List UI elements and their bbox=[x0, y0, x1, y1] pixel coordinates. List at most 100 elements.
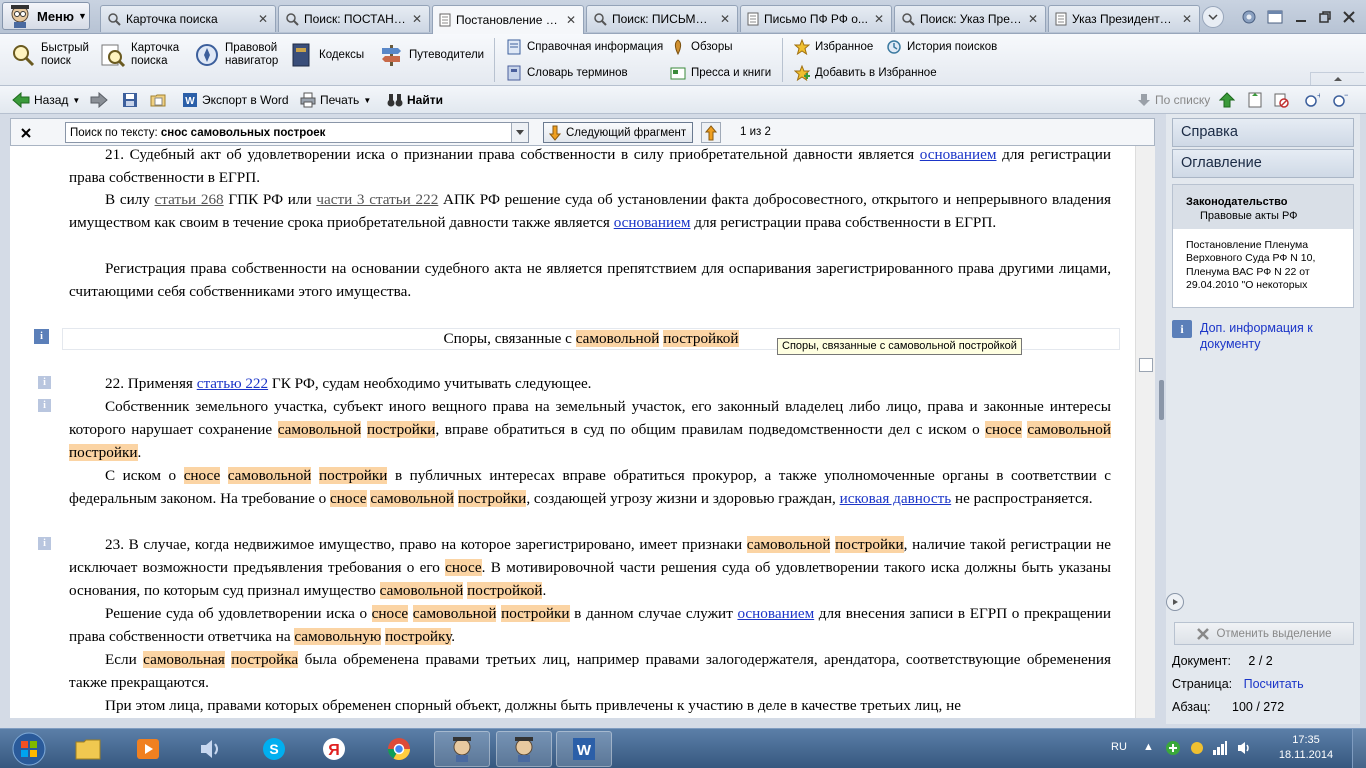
taskbar-skype[interactable]: S bbox=[246, 731, 302, 767]
tab-ukaz-president[interactable]: Указ Президента ... ✕ bbox=[1048, 5, 1200, 32]
clock[interactable]: 17:35 18.11.2014 bbox=[1274, 733, 1338, 763]
taskbar-explorer[interactable] bbox=[60, 731, 116, 767]
restore-icon[interactable] bbox=[1314, 6, 1336, 28]
tab-search-postanov[interactable]: Поиск: ПОСТАНО... ✕ bbox=[278, 5, 430, 32]
info-icon[interactable]: i bbox=[34, 329, 49, 344]
close-icon[interactable]: ✕ bbox=[411, 12, 423, 26]
reviews-button[interactable]: Обзоры bbox=[670, 39, 732, 55]
link-statyu-222[interactable]: статью 222 bbox=[197, 375, 268, 392]
tab-list-dropdown-icon[interactable] bbox=[1202, 6, 1224, 28]
window-icon[interactable] bbox=[1264, 6, 1286, 28]
dropdown-arrow-icon[interactable] bbox=[511, 123, 528, 142]
previous-fragment-button[interactable] bbox=[701, 122, 721, 143]
zoom-in-button[interactable]: + bbox=[1304, 90, 1320, 110]
reference-info-button[interactable]: Справочная информация bbox=[506, 39, 663, 55]
minimize-icon[interactable] bbox=[1290, 6, 1312, 28]
link-chast-3-statya-222[interactable]: части 3 статьи 222 bbox=[316, 191, 438, 208]
close-icon[interactable]: ✕ bbox=[1027, 12, 1039, 26]
tray-app-icon[interactable] bbox=[1189, 740, 1205, 756]
quick-search-button[interactable]: Быстрый поиск bbox=[10, 42, 89, 68]
taskbar-consultant-2[interactable] bbox=[496, 731, 552, 767]
legal-navigator-button[interactable]: Правовой навигатор bbox=[194, 42, 278, 68]
zoom-out-button[interactable]: − bbox=[1332, 90, 1348, 110]
settings-icon[interactable] bbox=[1238, 6, 1260, 28]
find-button[interactable]: Найти bbox=[387, 90, 443, 110]
forward-button[interactable] bbox=[90, 90, 108, 110]
tab-search-card[interactable]: Карточка поиска ✕ bbox=[100, 5, 276, 32]
print-button[interactable]: Печать ▼ bbox=[300, 90, 371, 110]
close-icon[interactable]: ✕ bbox=[565, 13, 577, 27]
panel-splitter-handle[interactable] bbox=[1159, 380, 1164, 420]
paragraph: Если самовольная постройка была обремене… bbox=[69, 648, 1111, 694]
document-text-area[interactable]: 21. Судебный акт об удовлетворении иска … bbox=[10, 146, 1135, 718]
close-search-icon[interactable] bbox=[19, 126, 33, 140]
back-button[interactable]: Назад ▼ bbox=[12, 90, 80, 110]
tab-postanovlenie[interactable]: Постановление П... ✕ bbox=[432, 5, 584, 34]
network-add-icon[interactable] bbox=[1165, 740, 1181, 756]
press-books-button[interactable]: Пресса и книги bbox=[670, 65, 771, 81]
print-label: Печать bbox=[320, 93, 360, 107]
paragraph: Регистрация права собственности на основ… bbox=[69, 260, 1111, 300]
extra-info-link[interactable]: i Доп. информация к документу bbox=[1172, 320, 1354, 352]
clear-marks-button[interactable] bbox=[1273, 90, 1289, 110]
taskbar-word[interactable]: W bbox=[556, 731, 612, 767]
close-icon[interactable]: ✕ bbox=[1181, 12, 1193, 26]
go-up-button[interactable] bbox=[1219, 90, 1235, 110]
bookmark-button[interactable] bbox=[1247, 90, 1263, 110]
paragraph-counter: Абзац: 100 / 272 bbox=[1172, 700, 1284, 714]
link-osnovaniem[interactable]: основанием bbox=[920, 146, 997, 163]
close-icon[interactable]: ✕ bbox=[873, 12, 885, 26]
tab-search-ukaz[interactable]: Поиск: Указ През... ✕ bbox=[894, 5, 1046, 32]
network-icon[interactable] bbox=[1212, 740, 1228, 756]
taskbar-yandex-browser[interactable]: Я bbox=[306, 731, 362, 767]
taskbar-media-player[interactable] bbox=[120, 731, 176, 767]
glossary-button[interactable]: Словарь терминов bbox=[506, 65, 628, 81]
favorites-button[interactable]: Избранное bbox=[794, 39, 873, 55]
help-tab[interactable]: Справка bbox=[1172, 118, 1354, 147]
link-statya-268[interactable]: статьи 268 bbox=[155, 191, 224, 208]
word-icon: W bbox=[571, 736, 597, 762]
tab-bar: Меню ▼ Карточка поиска ✕ Поиск: ПОСТАНО.… bbox=[0, 0, 1366, 34]
volume-icon[interactable] bbox=[1236, 740, 1252, 756]
taskbar-consultant[interactable] bbox=[434, 731, 490, 767]
calculate-page-link[interactable]: Посчитать bbox=[1244, 677, 1304, 691]
export-word-button[interactable]: W Экспорт в Word bbox=[182, 90, 289, 110]
document-scrollbar[interactable] bbox=[1135, 146, 1155, 718]
next-fragment-button[interactable]: Следующий фрагмент bbox=[543, 122, 693, 143]
unselect-button[interactable]: Отменить выделение bbox=[1174, 622, 1354, 645]
taskbar-chrome[interactable] bbox=[371, 731, 427, 767]
info-icon[interactable]: i bbox=[38, 537, 51, 550]
text: 23. В случае, когда недвижимое имущество… bbox=[105, 536, 747, 553]
add-favorites-button[interactable]: Добавить в Избранное bbox=[794, 65, 937, 81]
expand-panel-button[interactable] bbox=[1166, 593, 1184, 611]
start-button[interactable] bbox=[4, 729, 54, 768]
codes-button[interactable]: Кодексы bbox=[288, 42, 364, 68]
toc-tab[interactable]: Оглавление bbox=[1172, 149, 1354, 178]
folder-button[interactable] bbox=[150, 90, 166, 110]
language-indicator[interactable]: RU bbox=[1111, 741, 1127, 753]
menu-label: Меню bbox=[37, 8, 75, 24]
close-window-icon[interactable] bbox=[1338, 6, 1360, 28]
link-osnovaniem[interactable]: основанием bbox=[614, 214, 691, 231]
by-list-button[interactable]: По списку bbox=[1137, 90, 1210, 110]
guides-button[interactable]: Путеводители bbox=[378, 42, 484, 68]
search-highlight: постройки bbox=[501, 605, 570, 622]
link-iskovaya-davnost[interactable]: исковая давность bbox=[840, 490, 952, 507]
info-icon[interactable]: i bbox=[38, 399, 51, 412]
search-card-button[interactable]: Карточка поиска bbox=[100, 42, 179, 68]
search-history-button[interactable]: История поисков bbox=[886, 39, 997, 55]
close-icon[interactable]: ✕ bbox=[719, 12, 731, 26]
tray-expand-icon[interactable]: ▲ bbox=[1143, 741, 1154, 753]
search-query-field[interactable]: Поиск по тексту: снос самовольных постро… bbox=[65, 122, 529, 143]
scrollbar-thumb[interactable] bbox=[1139, 358, 1153, 372]
collapse-toolbar-button[interactable] bbox=[1310, 72, 1364, 85]
tab-pismo-pf[interactable]: Письмо ПФ РФ о... ✕ bbox=[740, 5, 892, 32]
info-icon[interactable]: i bbox=[38, 376, 51, 389]
link-osnovaniem[interactable]: основанием bbox=[737, 605, 814, 622]
save-button[interactable] bbox=[122, 90, 138, 110]
tab-search-pismo[interactable]: Поиск: ПИСЬМО, ... ✕ bbox=[586, 5, 738, 32]
menu-button[interactable]: Меню ▼ bbox=[2, 2, 90, 30]
close-icon[interactable]: ✕ bbox=[257, 12, 269, 26]
taskbar-volume[interactable] bbox=[183, 731, 239, 767]
show-desktop-button[interactable] bbox=[1352, 729, 1366, 768]
